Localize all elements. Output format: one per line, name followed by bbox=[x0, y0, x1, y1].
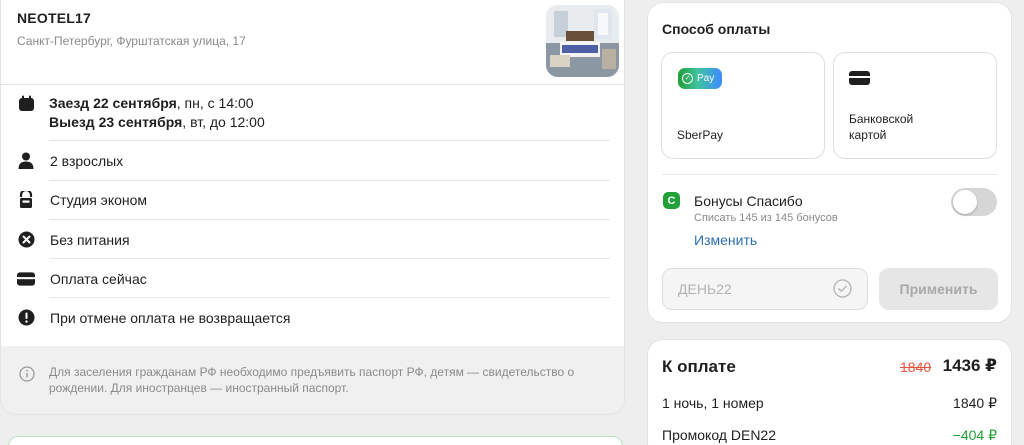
cancellation-label: При отмене оплата не возвращается bbox=[50, 309, 291, 326]
calendar-icon bbox=[17, 94, 35, 112]
bank-card-option[interactable]: Банковской картой bbox=[833, 52, 997, 159]
check-icon: ✓ bbox=[682, 73, 693, 84]
card-icon bbox=[849, 71, 870, 85]
bank-card-label-line2: картой bbox=[849, 128, 887, 142]
checkout-date: Выезд 23 сентября bbox=[49, 114, 183, 130]
payment-row: Оплата сейчас bbox=[17, 269, 610, 288]
checkout-time: , вт, до 12:00 bbox=[182, 114, 265, 130]
meals-row: Без питания bbox=[17, 230, 610, 249]
new-price: 1436 ₽ bbox=[942, 356, 997, 375]
divider bbox=[49, 297, 610, 298]
door-icon bbox=[17, 191, 35, 209]
bonus-toggle[interactable] bbox=[951, 188, 997, 216]
apply-promo-button[interactable]: Применить bbox=[879, 268, 998, 310]
total-title: К оплате bbox=[662, 357, 736, 376]
guests-label: 2 взрослых bbox=[50, 152, 124, 169]
promo-discount-label: Промокод DEN22 bbox=[662, 427, 776, 443]
hotel-header: NEOTEL17 Санкт-Петербург, Фурштатская ул… bbox=[17, 10, 246, 48]
total-card: К оплате 1840 1436 ₽ 1 ночь, 1 номер 184… bbox=[647, 339, 1012, 445]
divider bbox=[1, 84, 624, 85]
payment-method-title: Способ оплаты bbox=[662, 21, 771, 37]
divider bbox=[49, 140, 610, 141]
old-price: 1840 bbox=[900, 359, 932, 375]
hotel-address: Санкт-Петербург, Фурштатская улица, 17 bbox=[17, 34, 246, 48]
checkin-date: Заезд 22 сентября bbox=[49, 95, 177, 111]
warning-icon bbox=[17, 309, 35, 327]
spasibo-icon: С bbox=[663, 192, 680, 209]
next-card-fragment bbox=[8, 436, 623, 445]
divider bbox=[49, 180, 610, 181]
check-circle-icon bbox=[833, 279, 852, 303]
hotel-name: NEOTEL17 bbox=[17, 10, 91, 26]
cancellation-row: При отмене оплата не возвращается bbox=[17, 308, 610, 327]
hotel-photo[interactable] bbox=[546, 5, 619, 77]
room-row: Студия эконом bbox=[17, 190, 610, 209]
booking-summary-card: NEOTEL17 Санкт-Петербург, Фурштатская ул… bbox=[0, 0, 625, 415]
sberpay-label: SberPay bbox=[677, 128, 724, 142]
payment-label: Оплата сейчас bbox=[50, 270, 147, 287]
card-icon bbox=[17, 270, 35, 288]
info-icon bbox=[19, 366, 35, 386]
passport-notice: Для заселения гражданам РФ необходимо пр… bbox=[1, 346, 624, 414]
room-label: Студия эконом bbox=[50, 191, 148, 208]
payment-method-card: Способ оплаты ✓ Pay SberPay Банковской к… bbox=[647, 2, 1012, 323]
no-meals-icon bbox=[17, 231, 35, 249]
price-row: 1 ночь, 1 номер 1840 ₽ bbox=[662, 395, 997, 412]
checkin-time: , пн, с 14:00 bbox=[176, 95, 254, 111]
person-icon bbox=[17, 152, 35, 170]
guests-row: 2 взрослых bbox=[17, 151, 610, 170]
bonus-change-link[interactable]: Изменить bbox=[694, 232, 757, 248]
dates-text: Заезд 22 сентября, пн, с 14:00 Выезд 23 … bbox=[49, 94, 265, 132]
promo-discount-row: Промокод DEN22 −404 ₽ bbox=[662, 427, 997, 444]
divider bbox=[662, 174, 997, 175]
bonus-title: Бонусы Спасибо bbox=[694, 193, 803, 209]
meals-label: Без питания bbox=[50, 231, 130, 248]
sberpay-logo: ✓ Pay bbox=[678, 68, 722, 89]
divider bbox=[49, 258, 610, 259]
toggle-knob bbox=[953, 190, 977, 214]
divider bbox=[49, 219, 610, 220]
price-row-label: 1 ночь, 1 номер bbox=[662, 395, 764, 411]
price-row-value: 1840 ₽ bbox=[953, 395, 997, 411]
notice-text: Для заселения гражданам РФ необходимо пр… bbox=[49, 365, 575, 395]
promo-discount-value: −404 ₽ bbox=[952, 427, 997, 443]
bank-card-label-line1: Банковской bbox=[849, 112, 914, 126]
bank-card-label: Банковской картой bbox=[849, 111, 913, 143]
sberpay-badge-text: Pay bbox=[697, 73, 715, 84]
sberpay-option[interactable]: ✓ Pay SberPay bbox=[661, 52, 825, 159]
bonus-subtitle: Списать 145 из 145 бонусов bbox=[694, 212, 838, 224]
